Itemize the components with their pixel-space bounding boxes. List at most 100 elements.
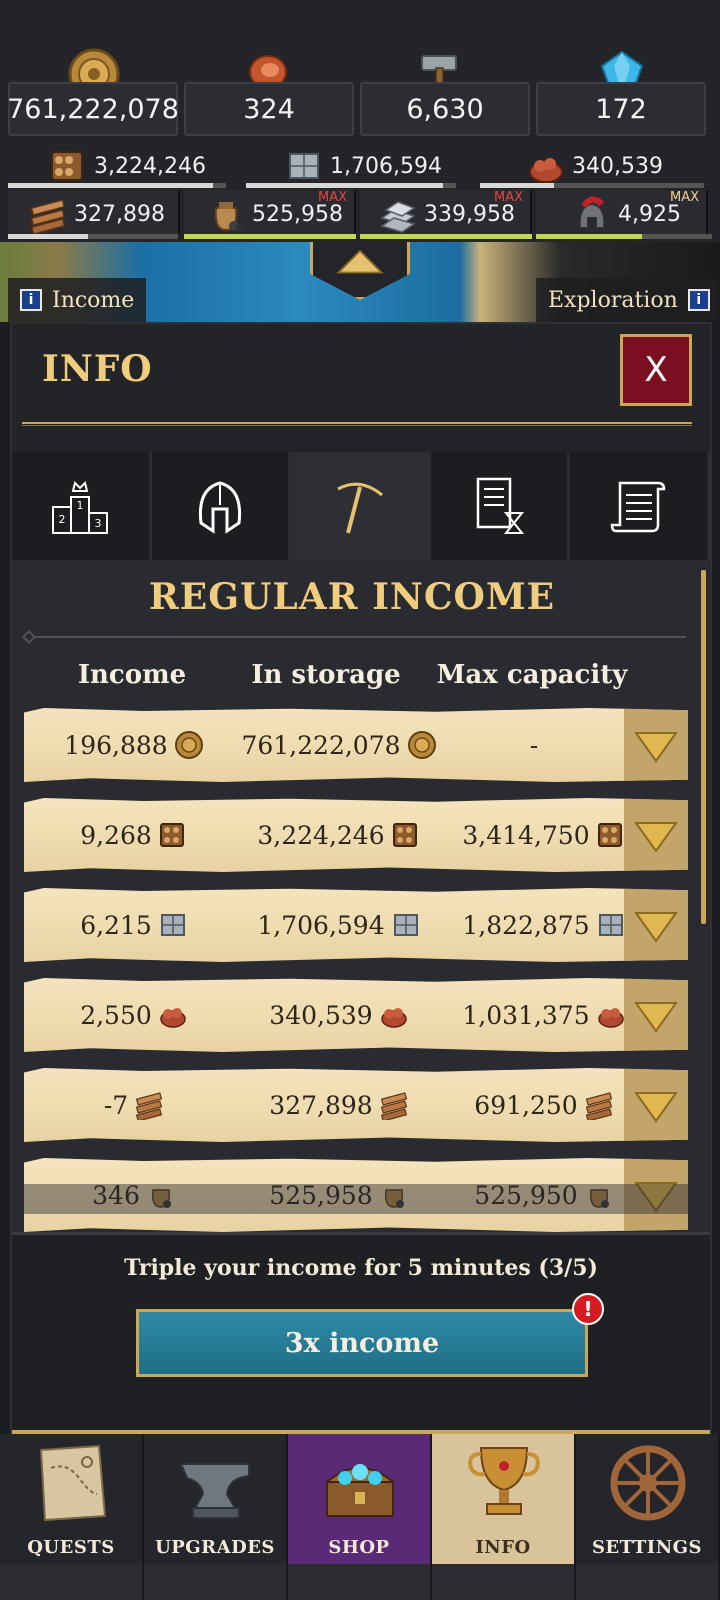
income-value: 6,215 <box>34 888 234 962</box>
capacity-value: 1,031,375 <box>444 978 644 1052</box>
planks-icon <box>136 1092 163 1120</box>
planks-counter: 327,898 <box>28 194 165 234</box>
info-icon: i <box>687 289 710 311</box>
food-counter: 324 <box>184 82 354 136</box>
nav-label: SETTINGS <box>591 1537 703 1558</box>
nav-label: QUESTS <box>27 1537 115 1558</box>
regular-income-section[interactable]: REGULAR INCOME Income In storage Max cap… <box>12 560 710 1232</box>
scroll-icon <box>610 481 665 533</box>
soldiers-max-tag: MAX <box>670 190 700 205</box>
income-row-stone[interactable]: 6,215 1,706,594 1,822,875 <box>24 888 688 962</box>
ore-pile-icon <box>380 1008 407 1028</box>
helmet-icon <box>198 481 241 534</box>
nav-quests[interactable]: QUESTS <box>0 1434 144 1564</box>
ore-progress-bar <box>480 183 704 188</box>
planks-icon <box>30 199 66 234</box>
tab-reports[interactable] <box>430 452 571 560</box>
capacity-value: 691,250 <box>444 1068 644 1142</box>
resource-bar: 761,222,078 324 6,630 172 3,224,246 1,70… <box>0 0 720 242</box>
wheel-icon <box>610 1445 686 1521</box>
pickaxe-icon <box>337 482 384 534</box>
wood-logs-icon <box>159 823 184 847</box>
alert-icon: ! <box>572 1293 604 1325</box>
info-icon: i <box>20 289 42 311</box>
silver-max-tag: MAX <box>494 190 524 205</box>
chevron-down-icon <box>634 912 678 943</box>
capacity-value: 1,822,875 <box>444 888 644 962</box>
storage-value: 1,706,594 <box>234 888 444 962</box>
tab-log[interactable] <box>570 452 710 560</box>
capacity-value: 3,414,750 <box>444 798 644 872</box>
chevron-down-icon <box>634 822 678 853</box>
column-header-storage: In storage <box>251 660 401 690</box>
nav-shop[interactable]: SHOP <box>288 1434 432 1564</box>
divider-ornament <box>21 629 37 645</box>
exploration-tab[interactable]: Exploration i <box>536 278 720 322</box>
nav-settings[interactable]: SETTINGS <box>576 1434 720 1564</box>
expand-row-button[interactable] <box>624 708 688 782</box>
section-divider <box>26 636 686 638</box>
soldiers-progress-bar <box>536 234 712 239</box>
planks-icon <box>585 1092 612 1120</box>
income-value: 2,550 <box>34 978 234 1052</box>
coal-progress-bar <box>184 234 356 239</box>
income-row-wood[interactable]: 9,268 3,224,246 3,414,750 <box>24 798 688 872</box>
income-value: -7 <box>34 1068 234 1142</box>
triple-income-button[interactable]: 3x income <box>136 1309 588 1377</box>
wood-logs-icon <box>51 151 83 181</box>
ore-pile-icon <box>597 1008 624 1028</box>
trophy-icon <box>468 1447 540 1515</box>
ore-pile-icon <box>160 1008 186 1028</box>
tab-ranking[interactable]: 2 1 3 <box>12 452 152 560</box>
tab-army[interactable] <box>151 452 292 560</box>
svg-text:1: 1 <box>77 499 84 512</box>
gems-counter: 172 <box>536 82 706 136</box>
capacity-value: 525,950 <box>444 1158 644 1232</box>
scrollbar[interactable] <box>701 570 706 924</box>
tab-income[interactable] <box>291 452 431 560</box>
stone-block-icon <box>393 914 418 936</box>
stone-progress-bar <box>246 183 456 188</box>
stone-counter: 1,706,594 <box>284 146 442 186</box>
nav-upgrades[interactable]: UPGRADES <box>144 1434 288 1564</box>
bottom-navigation: QUESTS UPGRADES SHOP INFO SETTINGS <box>0 1434 720 1564</box>
expand-row-button[interactable] <box>624 1068 688 1142</box>
expand-row-button[interactable] <box>624 798 688 872</box>
income-row-gold[interactable]: 196,888 761,222,078 - <box>24 708 688 782</box>
expand-row-button[interactable] <box>624 888 688 962</box>
chevron-down-icon <box>634 1092 678 1123</box>
income-tab[interactable]: i Income <box>8 278 147 322</box>
storage-value: 340,539 <box>234 978 444 1052</box>
close-button[interactable]: X <box>620 334 692 406</box>
bottom-floor <box>0 1564 720 1600</box>
coal-sack-icon <box>214 202 244 232</box>
chevron-down-icon <box>634 1002 678 1033</box>
income-value: 196,888 <box>34 708 234 782</box>
treasure-chest-icon <box>324 1464 396 1517</box>
nav-label: SHOP <box>328 1537 390 1558</box>
income-boost-section: Triple your income for 5 minutes (3/5) 3… <box>12 1232 710 1432</box>
wood-counter: 3,224,246 <box>48 146 206 186</box>
income-value: 346 <box>34 1158 234 1232</box>
gold-coin-icon <box>174 731 203 759</box>
stone-block-icon <box>289 153 319 179</box>
nav-info[interactable]: INFO <box>432 1434 576 1564</box>
nav-label: UPGRADES <box>155 1537 275 1558</box>
coal-sack-icon <box>589 1189 609 1208</box>
expand-row-button[interactable] <box>624 978 688 1052</box>
silver-ingots-icon <box>380 201 416 233</box>
exploration-tab-label: Exploration <box>548 287 678 313</box>
planks-icon <box>380 1092 407 1120</box>
expand-row-button[interactable] <box>624 1158 688 1232</box>
income-row-coal[interactable]: 346 525,958 525,950 <box>24 1158 688 1232</box>
svg-text:2: 2 <box>59 513 66 526</box>
capacity-value: - <box>529 730 539 760</box>
title-divider <box>22 422 692 426</box>
income-row-planks[interactable]: -7 327,898 691,250 <box>24 1068 688 1142</box>
income-row-ore[interactable]: 2,550 340,539 1,031,375 <box>24 978 688 1052</box>
silver-progress-bar <box>360 234 532 239</box>
section-title: REGULAR INCOME <box>148 576 556 618</box>
wood-logs-icon <box>597 823 622 847</box>
boost-description: Triple your income for 5 minutes (3/5) <box>124 1255 598 1281</box>
gold-counter: 761,222,078 <box>7 82 179 136</box>
